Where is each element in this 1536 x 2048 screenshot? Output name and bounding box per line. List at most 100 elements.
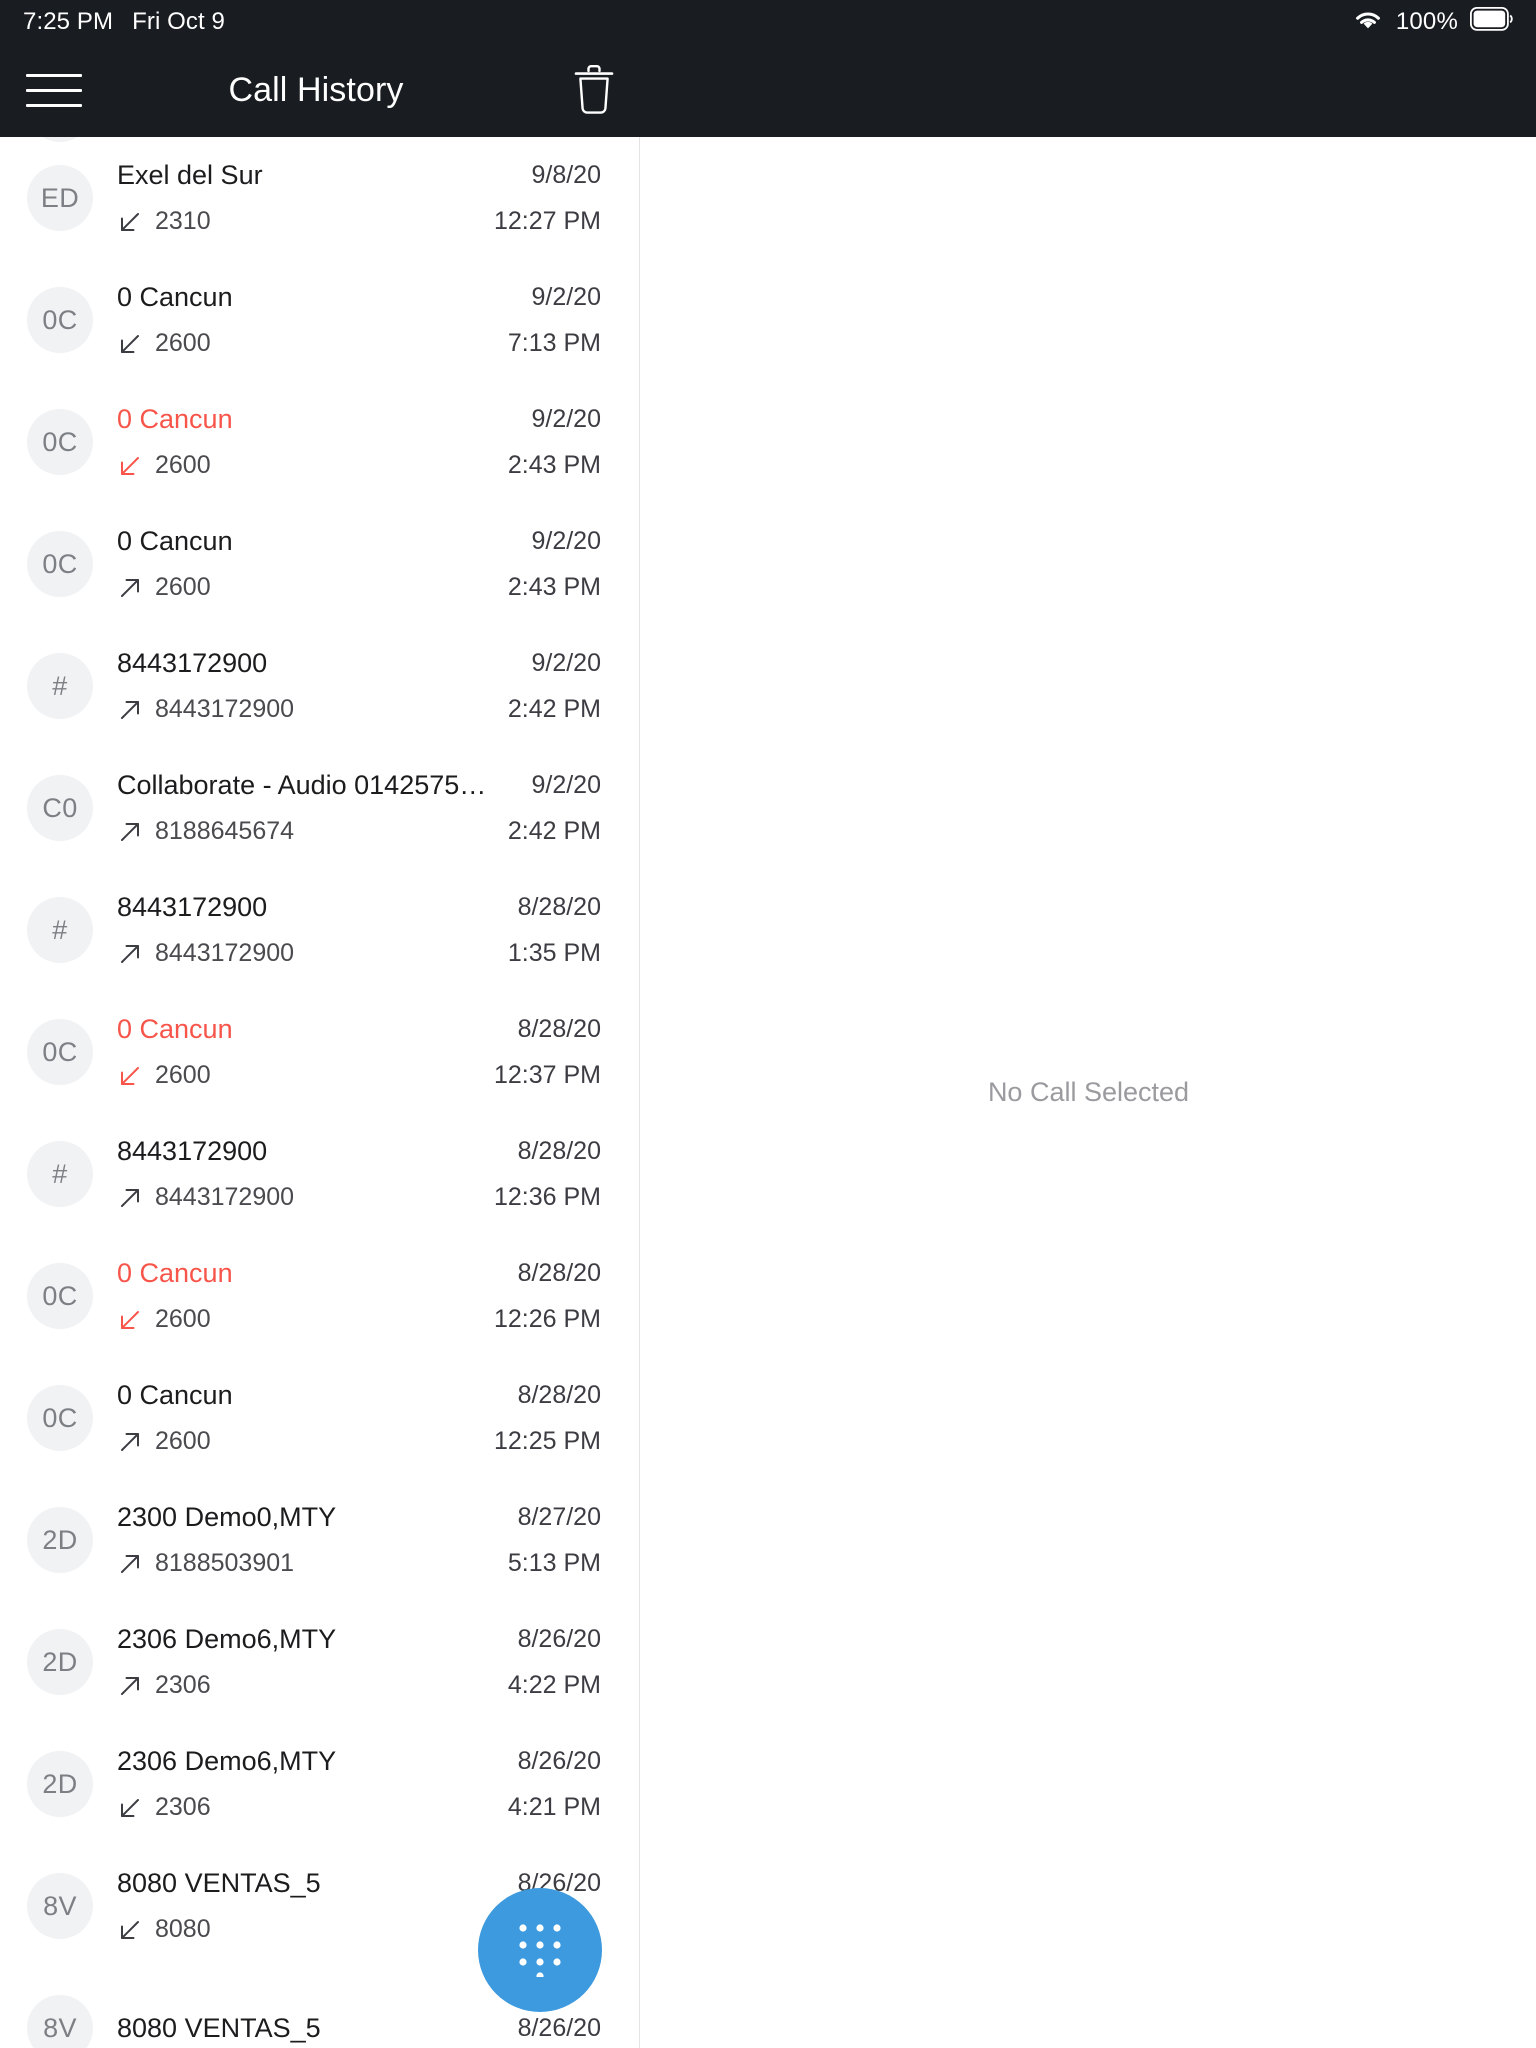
call-number-group: 2600: [117, 1427, 211, 1456]
call-list-item[interactable]: 0C 0 Cancun 9/2/20 2600 7:13 PM: [0, 259, 639, 381]
call-row-primary-line: Collaborate - Audio 01425750… 9/2/20: [117, 770, 601, 801]
call-detail-pane: No Call Selected: [641, 137, 1536, 2048]
call-row-body: 2306 Demo6,MTY 8/26/20 2306 4:21 PM: [117, 1746, 601, 1822]
call-time: 12:25 PM: [493, 1427, 601, 1455]
call-number: 8443172900: [155, 695, 295, 723]
outgoing-call-icon: [117, 575, 143, 601]
status-bar: 7:25 PM Fri Oct 9 100%: [0, 0, 1536, 43]
status-bar-left: 7:25 PM Fri Oct 9: [23, 8, 225, 36]
call-number: 2600: [155, 1305, 211, 1333]
battery-percentage: 100%: [1395, 7, 1458, 35]
call-list-item[interactable]: #8443172900 9/2/20 8443172900 2:42 PM: [0, 625, 639, 747]
dialpad-icon: [512, 1919, 568, 1982]
call-row-body: 8443172900 8/28/20 8443172900 1:35 PM: [117, 892, 601, 968]
call-list-item[interactable]: ED Exel del Sur 9/8/20 2310 12:27 PM: [0, 137, 639, 259]
call-row-body: 8443172900 8/28/20 8443172900 12:36 PM: [117, 1136, 601, 1212]
outgoing-call-icon: [117, 1673, 143, 1699]
call-date: 8/26/20: [517, 1625, 601, 1653]
call-number: 8188645674: [155, 817, 295, 845]
status-bar-right: 100%: [1352, 0, 1514, 43]
call-row-primary-line: 2300 Demo0,MTY 8/27/20: [117, 1502, 601, 1533]
call-date: 9/2/20: [531, 771, 601, 799]
call-list-item[interactable]: 0C 0 Cancun 8/28/20 2600 12:26 PM: [0, 1235, 639, 1357]
call-list-item[interactable]: 2D 2306 Demo6,MTY 8/26/20 2306 4:21 PM: [0, 1723, 639, 1845]
call-number-group: 2306: [117, 1671, 211, 1700]
call-list-item[interactable]: 2D 2306 Demo6,MTY 8/26/20 2306 4:22 PM: [0, 1601, 639, 1723]
call-number: 2306: [155, 1671, 211, 1699]
call-date: 8/28/20: [517, 1015, 601, 1043]
call-time: 12:37 PM: [493, 1061, 601, 1089]
call-date: 9/2/20: [531, 283, 601, 311]
call-row-secondary-line: 8443172900 12:36 PM: [117, 1183, 601, 1212]
avatar: 0C: [27, 1385, 93, 1451]
call-list-item[interactable]: 0C 0 Cancun 9/2/20 2600 2:43 PM: [0, 381, 639, 503]
missed-call-icon: [117, 1063, 143, 1089]
call-row-secondary-line: 2600 12:25 PM: [117, 1427, 601, 1456]
call-history-list-pane[interactable]: 231012:28 PMEDExel del Sur9/8/20231012:2…: [0, 137, 640, 2048]
call-number: 8443172900: [155, 1183, 295, 1211]
caller-name: 0 Cancun: [117, 526, 233, 556]
call-row-secondary-line: 2600 2:43 PM: [117, 573, 601, 602]
call-number: 2310: [155, 207, 211, 235]
call-number-group: 8080: [117, 1915, 211, 1944]
call-time: 1:35 PM: [507, 939, 601, 967]
caller-name: 8443172900: [117, 892, 268, 922]
call-time: 12:26 PM: [493, 1305, 601, 1333]
call-row-secondary-line: 2600 7:13 PM: [117, 329, 601, 358]
call-row-secondary-line: 2306 4:22 PM: [117, 1671, 601, 1700]
missed-call-icon: [117, 1307, 143, 1333]
call-row-secondary-line: 8443172900 2:42 PM: [117, 695, 601, 724]
call-row-body: 0 Cancun 9/2/20 2600 7:13 PM: [117, 282, 601, 358]
call-row-primary-line: 8080 VENTAS_5 8/26/20: [117, 2013, 601, 2044]
call-row-secondary-line: 8188503901 5:13 PM: [117, 1549, 601, 1578]
call-row-body: 0 Cancun 9/2/20 2600 2:43 PM: [117, 404, 601, 480]
call-date: 8/28/20: [517, 893, 601, 921]
call-row-body: Exel del Sur 9/8/20 2310 12:27 PM: [117, 160, 601, 236]
call-row-primary-line: 8443172900 8/28/20: [117, 1136, 601, 1167]
status-date: Fri Oct 9: [132, 7, 225, 35]
call-number: 2600: [155, 1427, 211, 1455]
incoming-call-icon: [117, 1795, 143, 1821]
call-row-body: 0 Cancun 8/28/20 2600 12:26 PM: [117, 1258, 601, 1334]
avatar: #: [27, 1141, 93, 1207]
avatar: 0C: [27, 287, 93, 353]
call-number-group: 2600: [117, 573, 211, 602]
call-row-secondary-line: 2600 12:37 PM: [117, 1061, 601, 1090]
caller-name: 2306 Demo6,MTY: [117, 1624, 337, 1654]
caller-name: 2306 Demo6,MTY: [117, 1746, 337, 1776]
call-number-group: 8188645674: [117, 817, 294, 846]
call-list-item[interactable]: 0C 0 Cancun 8/28/20 2600 12:25 PM: [0, 1357, 639, 1479]
call-row-primary-line: 0 Cancun 9/2/20: [117, 404, 601, 435]
call-time: 12:27 PM: [493, 207, 601, 235]
call-list-item[interactable]: 0C 0 Cancun 9/2/20 2600 2:43 PM: [0, 503, 639, 625]
call-list-item[interactable]: C0 Collaborate - Audio 01425750… 9/2/20 818…: [0, 747, 639, 869]
call-time: 7:13 PM: [507, 329, 601, 357]
call-list-item[interactable]: #8443172900 8/28/20 8443172900 1:35 PM: [0, 869, 639, 991]
call-number: 2306: [155, 1793, 211, 1821]
call-number-group: 2600: [117, 451, 211, 480]
call-row-secondary-line: 2310 12:27 PM: [117, 207, 601, 236]
caller-name: 0 Cancun: [117, 1258, 233, 1288]
call-row-body: 0 Cancun 8/28/20 2600 12:37 PM: [117, 1014, 601, 1090]
dialpad-fab-button[interactable]: [478, 1888, 602, 2012]
call-time: 2:42 PM: [507, 695, 601, 723]
call-number-group: 2600: [117, 329, 211, 358]
call-row-secondary-line: 8188645674 2:42 PM: [117, 817, 601, 846]
call-time: 2:42 PM: [507, 817, 601, 845]
avatar: #: [27, 897, 93, 963]
outgoing-call-icon: [117, 819, 143, 845]
trash-icon[interactable]: [548, 64, 640, 116]
call-row-body: 2300 Demo0,MTY 8/27/20 8188503901 5:13 PM: [117, 1502, 601, 1578]
call-history-app: 7:25 PM Fri Oct 9 100% Call History ED E…: [0, 0, 1536, 2048]
call-list-item[interactable]: #8443172900 8/28/20 8443172900 12:36 PM: [0, 1113, 639, 1235]
avatar: 0C: [27, 531, 93, 597]
call-date: 8/26/20: [517, 1747, 601, 1775]
caller-name: 2300 Demo0,MTY: [117, 1502, 337, 1532]
call-row-primary-line: 8443172900 9/2/20: [117, 648, 601, 679]
caller-name: 8080 VENTAS_5: [117, 2012, 321, 2043]
call-list-item[interactable]: 2D 2300 Demo0,MTY 8/27/20 8188503901 5:13 PM: [0, 1479, 639, 1601]
call-date: 8/26/20: [517, 2013, 601, 2042]
avatar: #: [27, 653, 93, 719]
caller-name: 0 Cancun: [117, 1014, 233, 1044]
call-list-item[interactable]: 0C 0 Cancun 8/28/20 2600 12:37 PM: [0, 991, 639, 1113]
